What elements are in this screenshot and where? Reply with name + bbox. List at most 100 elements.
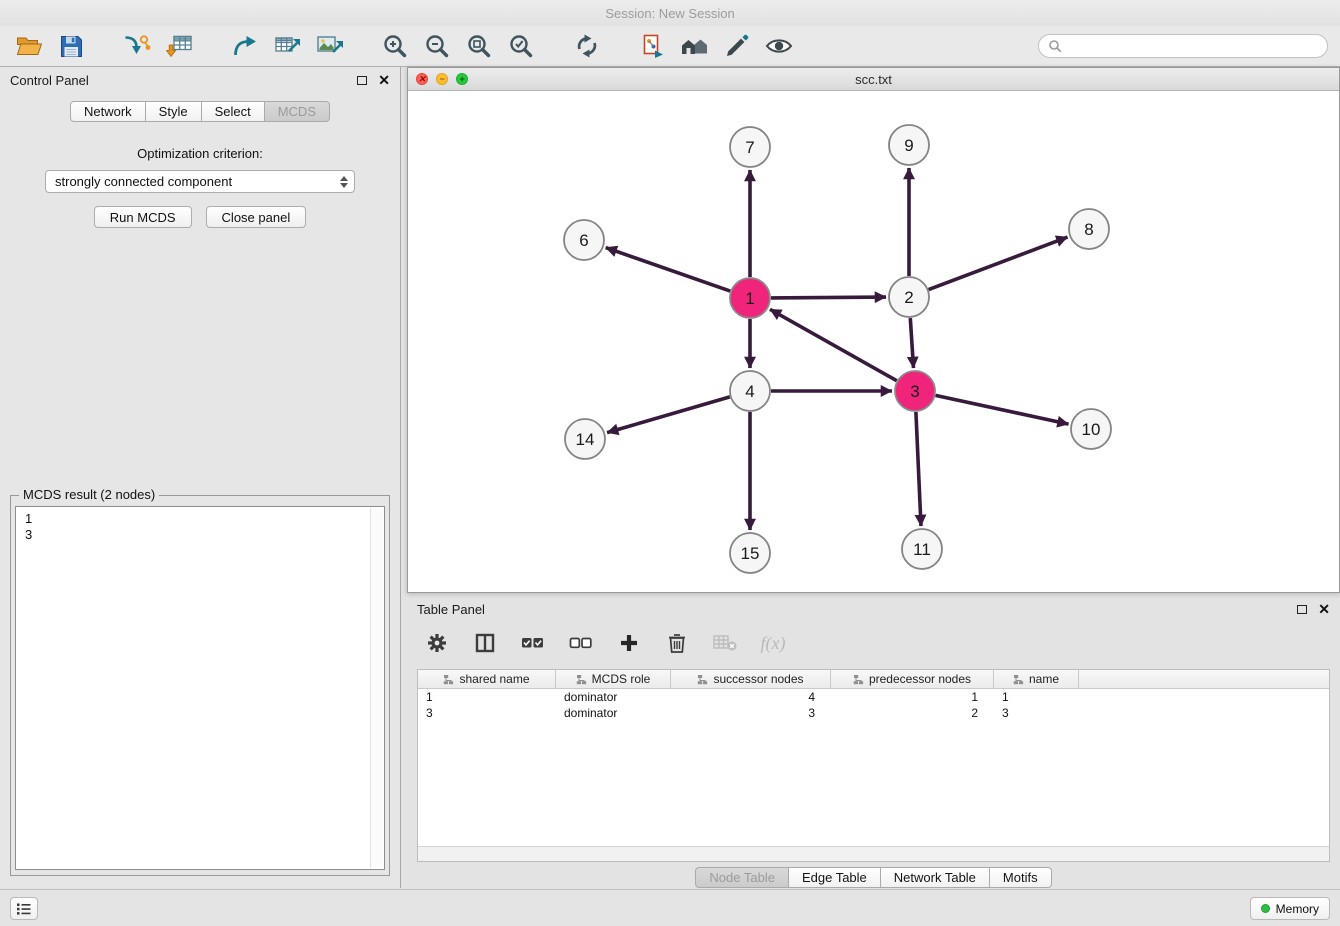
open-session-button[interactable]	[8, 29, 50, 63]
column-header-shared-name[interactable]: shared name	[418, 670, 556, 688]
export-table-button[interactable]	[266, 29, 308, 63]
show-column-button[interactable]	[471, 628, 499, 658]
zoom-in-button[interactable]	[374, 29, 416, 63]
graph-edge-1-6[interactable]	[606, 248, 731, 292]
graph-node-3[interactable]: 3	[895, 371, 935, 411]
minimize-window-icon[interactable]: −	[436, 73, 448, 85]
graph-node-6[interactable]: 6	[564, 220, 604, 260]
control-panel-tab-select[interactable]: Select	[202, 101, 265, 122]
export-network-icon	[232, 34, 258, 58]
column-header-successor-nodes[interactable]: successor nodes	[671, 670, 831, 688]
graph-edge-3-1[interactable]	[770, 309, 897, 380]
apply-layout-button[interactable]	[566, 29, 608, 63]
import-network-button[interactable]	[116, 29, 158, 63]
search-input[interactable]	[1067, 39, 1327, 54]
column-attr-icon	[1013, 674, 1024, 685]
apply-style-button[interactable]	[716, 29, 758, 63]
result-list-scrollbar[interactable]	[370, 508, 383, 868]
show-hide-button[interactable]	[758, 29, 800, 63]
table-scrollbar-track[interactable]	[418, 846, 1329, 861]
table-header-row: shared name MCDS role successor nodes prede…	[418, 670, 1329, 689]
network-canvas[interactable]: 7 9 6 8 1 2 4 3 14 10 15 11	[408, 91, 1339, 592]
zoom-window-icon[interactable]: +	[456, 73, 468, 85]
table-row[interactable]: 3dominator323	[418, 705, 1329, 721]
export-network-button[interactable]	[224, 29, 266, 63]
column-header-name[interactable]: name	[994, 670, 1079, 688]
control-panel-tab-style[interactable]: Style	[146, 101, 202, 122]
network-graph[interactable]: 7 9 6 8 1 2 4 3 14 10 15 11	[408, 91, 1339, 592]
delete-row-button[interactable]	[663, 628, 691, 658]
graph-node-8[interactable]: 8	[1069, 209, 1109, 249]
graph-edge-1-2[interactable]	[771, 297, 886, 298]
checked-boxes-icon	[521, 633, 545, 653]
column-header-predecessor-nodes[interactable]: predecessor nodes	[831, 670, 994, 688]
import-table-button[interactable]	[158, 29, 200, 63]
graph-node-7[interactable]: 7	[730, 127, 770, 167]
deselect-all-button[interactable]	[567, 628, 595, 658]
column-header-label: predecessor nodes	[869, 672, 971, 686]
mcds-result-item[interactable]: 1	[25, 511, 384, 527]
control-panel-header-icons: ✕	[357, 73, 390, 87]
table-settings-button[interactable]	[423, 628, 451, 658]
delete-table-button[interactable]	[711, 628, 739, 658]
close-panel-icon[interactable]: ✕	[378, 73, 390, 87]
run-mcds-button[interactable]: Run MCDS	[94, 206, 192, 228]
first-neighbors-button[interactable]	[674, 29, 716, 63]
graph-node-15[interactable]: 15	[730, 533, 770, 573]
zoom-fit-button[interactable]	[458, 29, 500, 63]
graph-edge-3-11[interactable]	[916, 412, 921, 526]
float-panel-icon[interactable]	[1297, 605, 1307, 614]
gear-icon	[426, 632, 448, 654]
network-window-titlebar[interactable]: ✕ − + scc.txt	[408, 68, 1339, 91]
zoom-selected-button[interactable]	[500, 29, 542, 63]
graph-node-11[interactable]: 11	[902, 529, 942, 569]
refresh-layout-icon	[574, 33, 600, 59]
graph-edge-2-8[interactable]	[929, 237, 1068, 290]
column-header-MCDS-role[interactable]: MCDS role	[556, 670, 671, 688]
graph-node-4[interactable]: 4	[730, 371, 770, 411]
table-panel-tab-network-table[interactable]: Network Table	[881, 867, 990, 888]
zoom-out-icon	[424, 33, 450, 59]
graph-edge-3-10[interactable]	[936, 395, 1069, 424]
import-network-icon	[123, 34, 151, 58]
task-history-button[interactable]	[10, 897, 38, 920]
function-builder-button[interactable]: f(x)	[759, 628, 787, 658]
graph-edge-2-3[interactable]	[910, 318, 913, 368]
graph-node-14[interactable]: 14	[565, 419, 605, 459]
optimization-criterion-value: strongly connected component	[55, 174, 232, 189]
close-panel-button[interactable]: Close panel	[206, 206, 307, 228]
memory-button[interactable]: Memory	[1250, 897, 1330, 920]
trash-icon	[667, 632, 687, 654]
graph-node-9[interactable]: 9	[889, 125, 929, 165]
table-panel-tab-node-table[interactable]: Node Table	[695, 867, 789, 888]
graph-node-1[interactable]: 1	[730, 278, 770, 318]
control-panel-tab-mcds[interactable]: MCDS	[265, 101, 330, 122]
select-all-button[interactable]	[519, 628, 547, 658]
search-field[interactable]	[1038, 34, 1328, 58]
table-row[interactable]: 1dominator411	[418, 689, 1329, 705]
close-window-icon[interactable]: ✕	[416, 73, 428, 85]
close-panel-icon[interactable]: ✕	[1318, 602, 1330, 616]
floppy-disk-icon	[60, 35, 83, 58]
table-panel-tab-motifs[interactable]: Motifs	[990, 867, 1052, 888]
optimization-criterion-dropdown[interactable]: strongly connected component	[45, 170, 355, 193]
add-row-button[interactable]	[615, 628, 643, 658]
save-session-button[interactable]	[50, 29, 92, 63]
graph-node-10[interactable]: 10	[1071, 409, 1111, 449]
graph-node-label: 6	[579, 231, 588, 250]
table-panel-tab-edge-table[interactable]: Edge Table	[789, 867, 881, 888]
create-network-button[interactable]	[632, 29, 674, 63]
control-panel-tab-network[interactable]: Network	[70, 101, 146, 122]
column-header-label: MCDS role	[592, 672, 651, 686]
graph-node-label: 8	[1084, 220, 1093, 239]
zoom-out-button[interactable]	[416, 29, 458, 63]
export-image-button[interactable]	[308, 29, 350, 63]
table-cell: 3	[994, 706, 1079, 720]
graph-edge-4-14[interactable]	[607, 397, 730, 433]
window-titlebar: Session: New Session	[0, 0, 1340, 26]
mcds-result-list[interactable]: 13	[15, 506, 385, 870]
column-attr-icon	[443, 674, 454, 685]
mcds-result-item[interactable]: 3	[25, 527, 384, 543]
float-panel-icon[interactable]	[357, 76, 367, 85]
graph-node-2[interactable]: 2	[889, 277, 929, 317]
